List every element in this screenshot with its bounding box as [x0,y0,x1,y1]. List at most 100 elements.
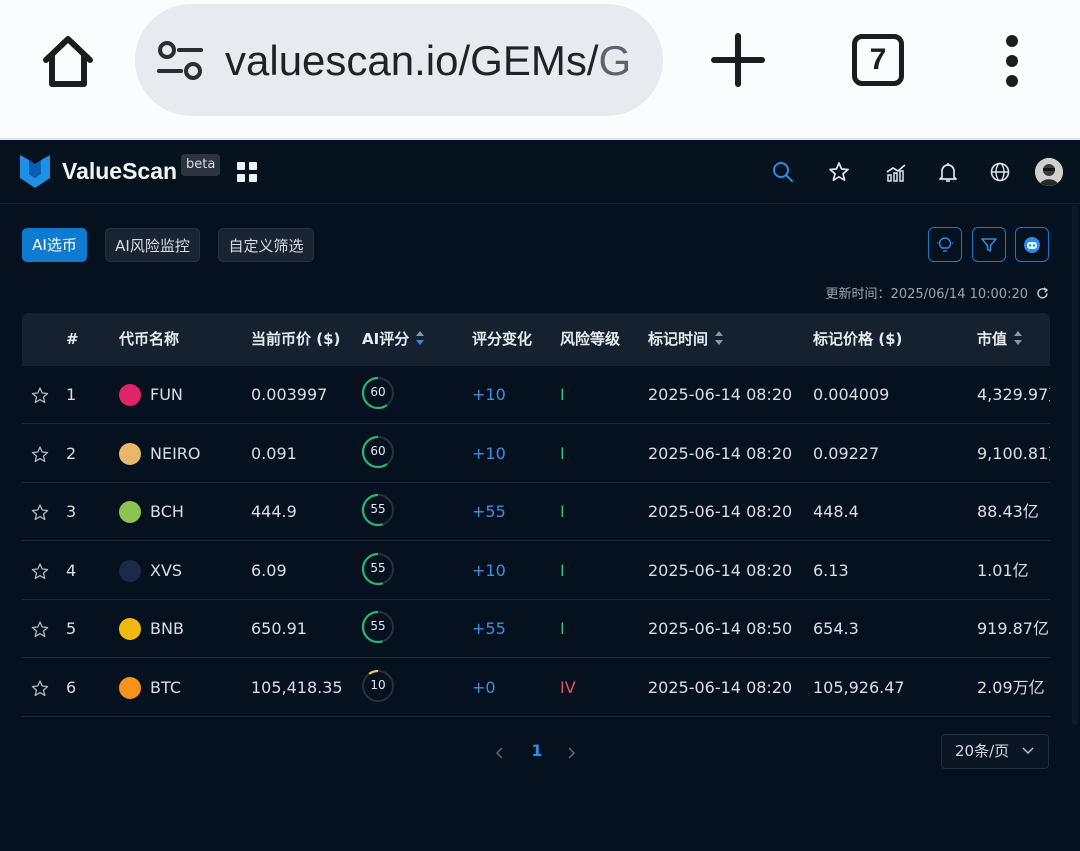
coin-symbol[interactable]: BTC [150,659,181,717]
coin-symbol[interactable]: BNB [150,600,184,658]
table-row[interactable]: 1 FUN 0.003997 60 +10 I 2025-06-14 08:20… [22,366,1050,424]
table-row[interactable]: 4 XVS 6.09 55 +10 I 2025-06-14 08:20 6.1… [22,542,1050,600]
market-cap: 919.87亿 [977,619,1049,638]
mark-time: 2025-06-14 08:20 [648,502,793,521]
score-change: +10 [472,443,506,463]
favorite-star-icon[interactable] [827,160,851,184]
tab-custom-filter[interactable]: 自定义筛选 [218,228,314,262]
score-change: +0 [472,677,496,697]
row-rank: 3 [66,502,77,521]
mark-price: 654.3 [813,619,859,638]
current-price: 0.091 [251,443,297,463]
current-price: 444.9 [251,502,297,521]
mark-price: 105,926.47 [813,677,905,697]
sort-icon[interactable] [1013,330,1023,346]
risk-level: I [560,560,565,580]
current-price: 0.003997 [251,385,328,404]
address-bar[interactable]: valuescan.io/GEMs/G [135,4,663,116]
mark-time: 2025-06-14 08:20 [648,677,793,697]
url-text[interactable]: valuescan.io/GEMs/G [225,34,643,88]
column-market-cap[interactable]: 市值 [977,313,1023,366]
sort-icon[interactable] [714,330,724,346]
row-rank: 2 [66,443,77,463]
mark-price: 448.4 [813,502,859,521]
page-scrollbar[interactable] [1072,205,1078,725]
current-price: 105,418.35 [251,677,343,697]
ai-score-value: 60 [370,385,386,399]
tab-ai-risk-monitor[interactable]: AI风险监控 [105,228,200,262]
score-change: +10 [472,385,506,404]
ai-score-gauge: 55 [361,552,395,586]
mark-time: 2025-06-14 08:50 [648,619,793,638]
page-size-value: 20条/页 [955,742,1010,760]
column-score-change: 评分变化 [472,330,533,348]
watchlist-star-icon[interactable] [31,387,49,404]
refresh-icon[interactable] [1036,285,1049,299]
watchlist-star-icon[interactable] [31,504,49,521]
current-price: 6.09 [251,560,287,580]
coin-symbol[interactable]: XVS [150,542,182,600]
coin-logo-icon [119,501,141,523]
chart-icon[interactable] [884,160,908,184]
ai-score-gauge: 60 [361,376,395,410]
chevron-down-icon [1022,747,1034,755]
risk-level: I [560,502,565,521]
site-settings-icon[interactable] [157,40,205,82]
beta-badge: beta [181,154,221,176]
coin-logo-icon [119,559,141,582]
home-icon[interactable] [38,32,98,92]
mark-price: 0.09227 [813,443,880,463]
next-page-icon[interactable] [565,745,577,759]
sort-icon[interactable] [415,330,425,346]
browser-toolbar: valuescan.io/GEMs/G 7 [0,0,1080,140]
row-rank: 4 [66,560,77,580]
coin-symbol[interactable]: NEIRO [150,425,201,483]
table-row[interactable]: 5 BNB 650.91 55 +55 I 2025-06-14 08:50 6… [22,600,1050,658]
apps-grid-icon[interactable] [236,161,258,183]
new-tab-icon[interactable] [708,30,768,90]
risk-level: I [560,619,565,638]
page-size-select[interactable]: 20条/页 [941,734,1049,769]
language-globe-icon[interactable] [988,160,1012,184]
filter-button[interactable] [972,227,1006,262]
ai-score-gauge: 10 [361,669,395,703]
column-ai-score[interactable]: AI评分 [362,313,425,366]
ai-score-value: 55 [370,619,386,633]
market-cap: 2.09万亿 [977,677,1045,697]
tips-lightbulb-button[interactable] [928,227,962,262]
coin-logo-icon [119,442,141,465]
page-number-current[interactable]: 1 [527,738,547,764]
mark-price: 6.13 [813,560,849,580]
tab-switcher-button[interactable]: 7 [852,34,904,86]
coin-symbol[interactable]: BCH [150,483,184,541]
table-row[interactable]: 3 BCH 444.9 55 +55 I 2025-06-14 08:20 44… [22,483,1050,541]
score-change: +55 [472,502,506,521]
watchlist-star-icon[interactable] [31,445,49,463]
risk-level: I [560,385,565,404]
filter-funnel-icon [981,237,997,252]
mark-time: 2025-06-14 08:20 [648,385,793,404]
column-mark-time[interactable]: 标记时间 [648,313,724,366]
previous-page-icon[interactable] [494,745,506,759]
risk-level: IV [560,677,576,697]
user-avatar[interactable] [1035,158,1063,186]
brand-name[interactable]: ValueScan [62,158,177,185]
tab-ai-coin-selection[interactable]: AI选币 [22,228,87,262]
risk-level: I [560,443,565,463]
mark-time: 2025-06-14 08:20 [648,560,793,580]
watchlist-star-icon[interactable] [31,621,49,638]
search-icon[interactable] [771,160,795,184]
valuescan-logo-icon[interactable] [18,152,52,190]
table-row[interactable]: 2 NEIRO 0.091 60 +10 I 2025-06-14 08:20 … [22,425,1050,483]
coin-symbol[interactable]: FUN [150,366,183,424]
column-mark-price: 标记价格 ($) [813,330,903,348]
watchlist-star-icon[interactable] [31,679,49,697]
table-row[interactable]: 6 BTC 105,418.35 10 +0 IV 2025-06-14 08:… [22,659,1050,717]
update-time: 更新时间：2025/06/14 10:00:20 [825,287,1028,302]
ai-score-gauge: 55 [361,493,395,527]
watchlist-star-icon[interactable] [31,562,49,580]
more-menu-icon[interactable] [996,34,1028,88]
ai-assistant-button[interactable] [1015,227,1049,262]
ai-score-value: 55 [370,502,386,516]
notification-bell-icon[interactable] [936,160,960,184]
